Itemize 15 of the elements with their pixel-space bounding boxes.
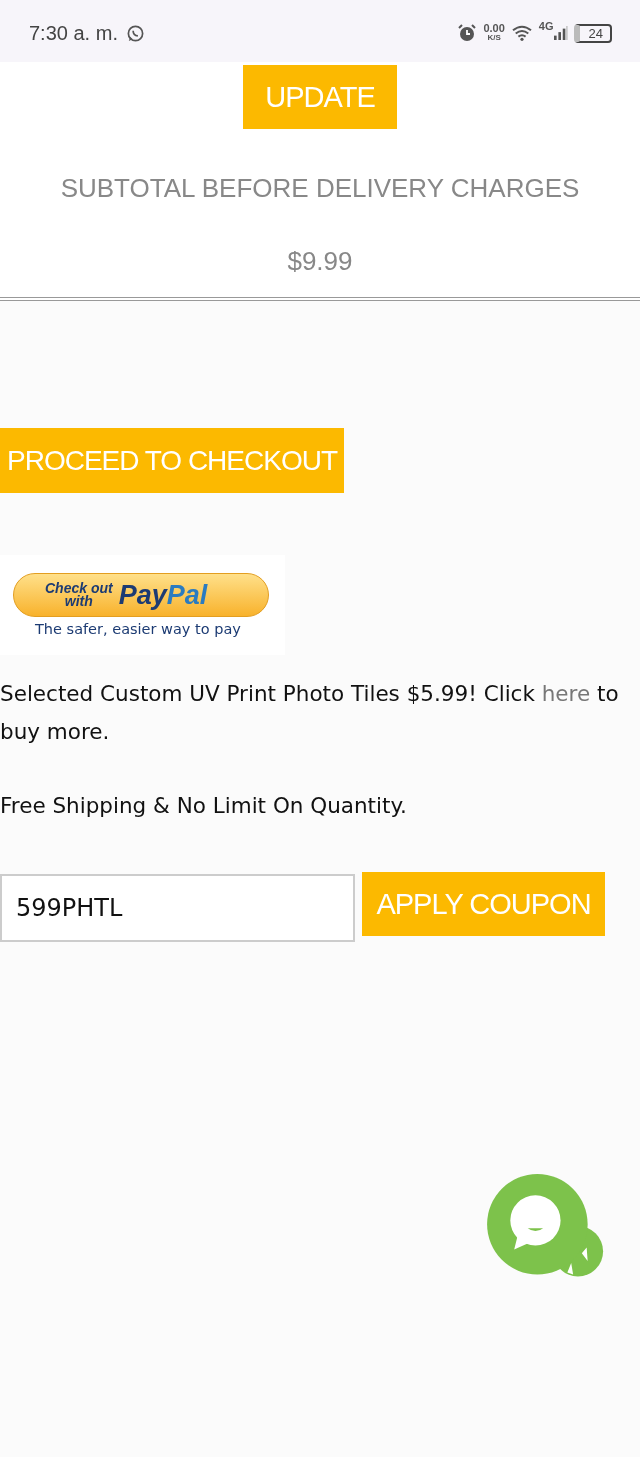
- promo-text: Selected Custom UV Print Photo Tiles $5.99! Click here to buy more.: [0, 680, 620, 746]
- network-type: 4G: [538, 20, 554, 32]
- here-link[interactable]: here: [541, 681, 591, 706]
- coupon-input-field[interactable]: 599PHTL: [0, 874, 355, 942]
- subtotal-label: SUBTOTAL BEFORE DELIVERY CHARGES: [60, 173, 580, 204]
- chat-app-icon: [125, 23, 145, 43]
- alarm-icon: [457, 23, 478, 43]
- network-speed: 0.00: [483, 23, 505, 33]
- subtotal-value: $9.99: [287, 246, 353, 277]
- signal-icon: [553, 25, 568, 41]
- status-time: 7:30 a. m.: [29, 21, 118, 45]
- battery-indicator: 24: [573, 23, 612, 43]
- wifi-icon: [510, 24, 533, 42]
- shipping-note: Free Shipping & No Limit On Quantity.: [0, 792, 408, 820]
- speed-unit: K/S: [487, 33, 501, 43]
